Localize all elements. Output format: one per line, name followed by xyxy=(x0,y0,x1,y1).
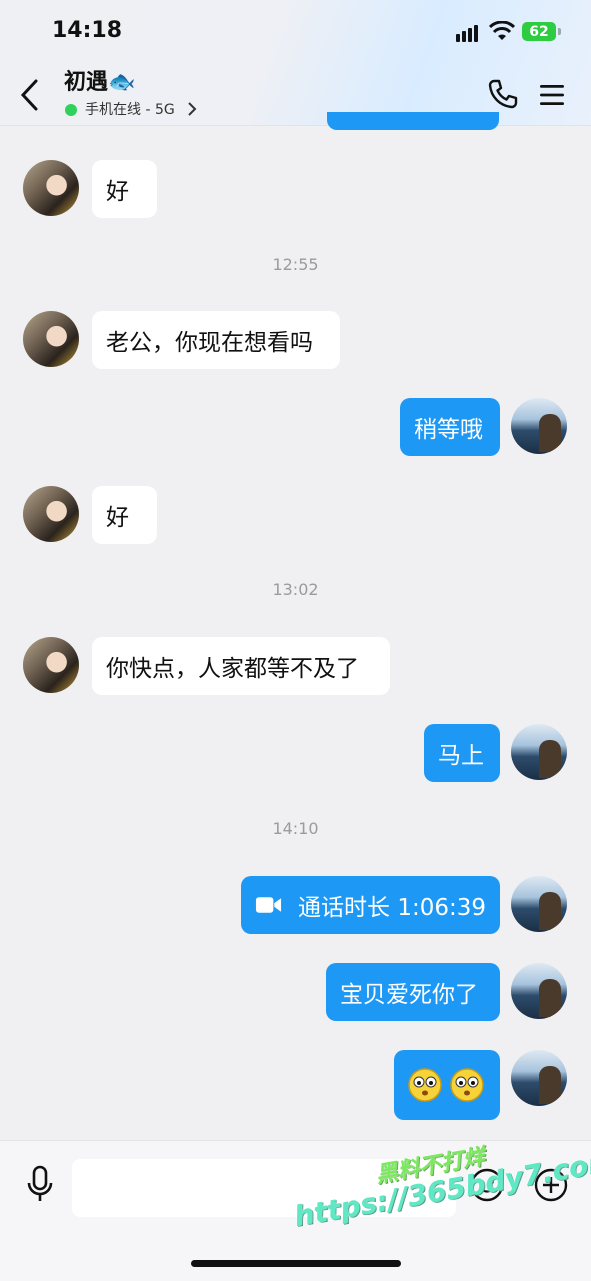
online-status-dot xyxy=(65,104,77,116)
message-bubble-partial xyxy=(327,112,499,130)
my-avatar[interactable] xyxy=(511,398,567,454)
message-bubble-outgoing[interactable]: 稍等哦 xyxy=(400,398,500,456)
message-bubble-incoming[interactable]: 老公，你现在想看吗 xyxy=(92,311,340,369)
my-avatar[interactable] xyxy=(511,1050,567,1106)
video-camera-icon xyxy=(255,897,282,913)
message-text: 老公，你现在想看吗 xyxy=(106,330,313,356)
my-avatar[interactable] xyxy=(511,876,567,932)
message-timestamp: 14:10 xyxy=(272,819,319,838)
emoji-message-bubble[interactable] xyxy=(394,1050,500,1120)
message-bubble-incoming[interactable]: 好 xyxy=(92,486,157,544)
contact-avatar[interactable] xyxy=(23,311,79,367)
home-indicator[interactable] xyxy=(191,1260,401,1267)
contact-name[interactable]: 初遇🐟 xyxy=(64,64,135,96)
contact-avatar[interactable] xyxy=(23,637,79,693)
message-bubble-incoming[interactable]: 好 xyxy=(92,160,157,218)
wifi-icon xyxy=(489,21,515,40)
call-record-bubble[interactable]: 通话时长 1:06:39 xyxy=(241,876,500,934)
surprised-face-icon xyxy=(408,1068,442,1102)
message-bubble-incoming[interactable]: 你快点，人家都等不及了 xyxy=(92,637,390,695)
message-text: 宝贝爱死你了 xyxy=(340,982,478,1008)
status-time: 14:18 xyxy=(52,18,123,43)
message-bubble-outgoing[interactable]: 马上 xyxy=(424,724,500,782)
message-text: 马上 xyxy=(438,743,484,769)
chevron-right-icon[interactable] xyxy=(187,101,197,117)
chat-header: 14:18 62 初遇🐟 手机在线 - 5G xyxy=(0,0,591,126)
surprised-face-icon xyxy=(450,1068,484,1102)
message-text: 好 xyxy=(106,179,129,205)
battery-tip xyxy=(558,28,561,35)
contact-avatar[interactable] xyxy=(23,160,79,216)
online-status-text[interactable]: 手机在线 - 5G xyxy=(85,99,175,119)
microphone-icon[interactable] xyxy=(24,1164,56,1204)
battery-indicator: 62 xyxy=(522,22,556,41)
message-bubble-outgoing[interactable]: 宝贝爱死你了 xyxy=(326,963,500,1021)
my-avatar[interactable] xyxy=(511,724,567,780)
message-text: 稍等哦 xyxy=(414,417,483,443)
cellular-signal-icon xyxy=(456,25,478,42)
call-duration-text: 通话时长 1:06:39 xyxy=(298,895,486,921)
message-text: 你快点，人家都等不及了 xyxy=(106,656,359,682)
battery-level: 62 xyxy=(529,23,549,40)
message-timestamp: 12:55 xyxy=(272,255,319,274)
contact-avatar[interactable] xyxy=(23,486,79,542)
menu-icon[interactable] xyxy=(538,82,566,108)
phone-call-icon[interactable] xyxy=(487,78,519,110)
back-arrow-icon[interactable] xyxy=(18,78,42,112)
my-avatar[interactable] xyxy=(511,963,567,1019)
message-timestamp: 13:02 xyxy=(272,580,319,599)
message-text: 好 xyxy=(106,505,129,531)
